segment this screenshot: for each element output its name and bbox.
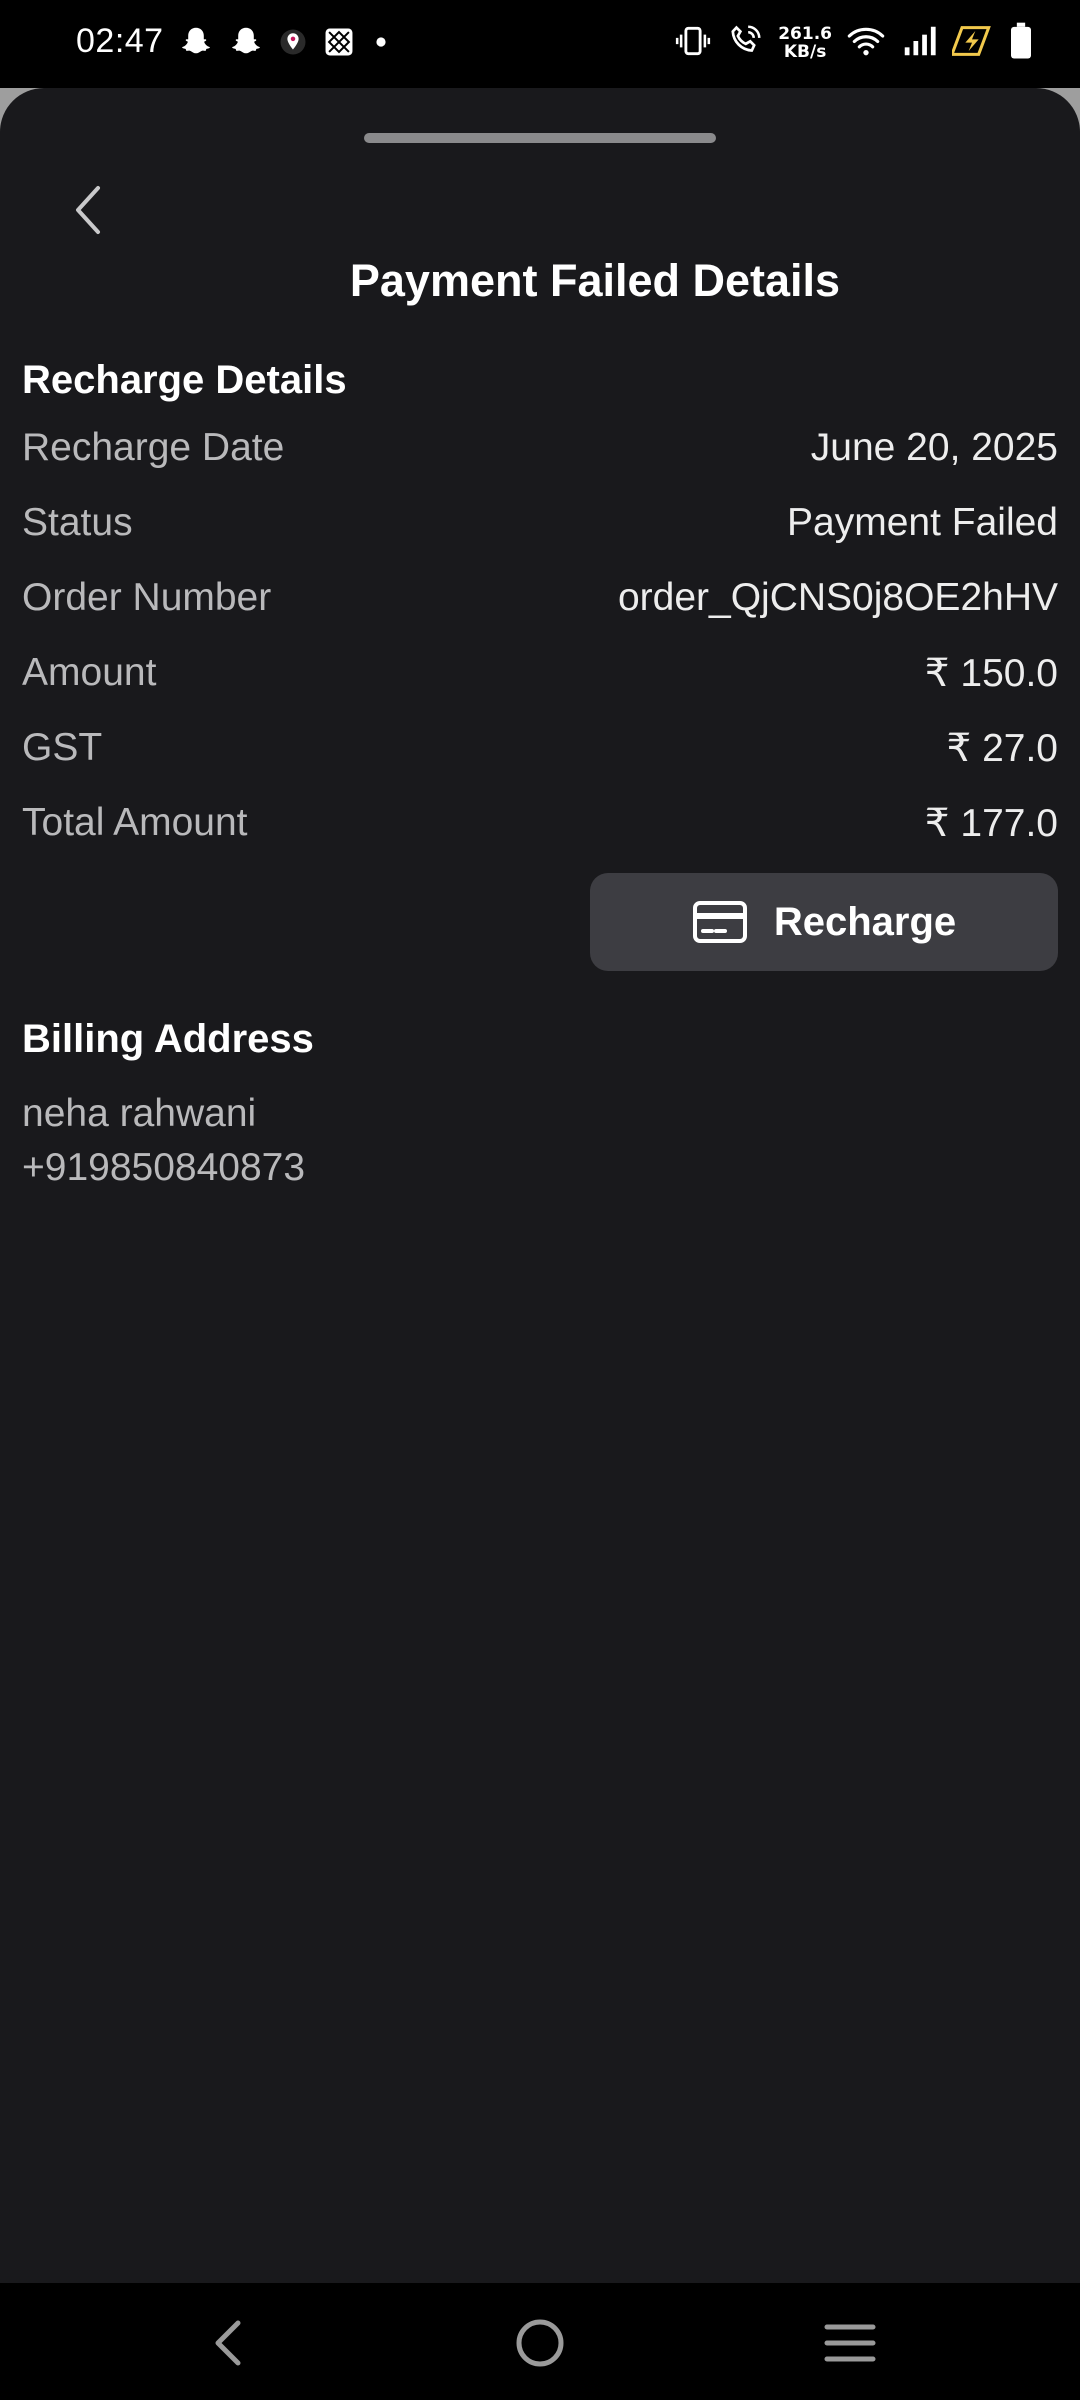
wifi-calling-icon — [726, 22, 764, 65]
detail-value: Payment Failed — [787, 501, 1058, 544]
notification-dot-icon — [370, 31, 392, 58]
detail-value: ₹ 150.0 — [924, 651, 1058, 695]
page-title: Payment Failed Details — [349, 255, 841, 306]
detail-label: Amount — [22, 651, 157, 694]
notification-icons — [178, 24, 392, 64]
network-speed-unit: KB/s — [783, 42, 827, 62]
network-speed-value: 261.6 — [778, 24, 832, 44]
billing-phone: +919850840873 — [22, 1146, 306, 1189]
status-time: 02:47 — [76, 22, 164, 60]
vibrate-icon — [674, 22, 712, 65]
sheet-drag-handle[interactable] — [364, 133, 716, 143]
snapchat-icon — [228, 24, 264, 65]
battery-saver-icon — [949, 21, 992, 66]
chevron-left-icon — [76, 186, 100, 234]
credit-card-icon — [692, 901, 747, 943]
recharge-button-label: Recharge — [773, 899, 957, 944]
location-app-icon — [278, 27, 308, 62]
nav-recents-button[interactable] — [810, 2303, 890, 2383]
detail-row-order-number: Order Number order_QjCNS0j8OE2hHV — [22, 568, 1058, 628]
detail-row-recharge-date: Recharge Date June 20, 2025 — [22, 418, 1058, 478]
wifi-icon — [846, 21, 886, 66]
recharge-details-heading: Recharge Details — [22, 358, 347, 402]
detail-row-status: Status Payment Failed — [22, 493, 1058, 553]
nav-home-button[interactable] — [500, 2303, 580, 2383]
screen: 02:47 261.6 KB/s Payment Failed Details … — [0, 0, 1080, 2400]
detail-label: Recharge Date — [22, 426, 285, 469]
nav-home-icon — [516, 2319, 564, 2367]
navigation-bar — [0, 2283, 1080, 2400]
gallery-app-icon — [322, 25, 356, 64]
nav-back-button[interactable] — [188, 2303, 268, 2383]
detail-value: order_QjCNS0j8OE2hHV — [617, 576, 1058, 619]
detail-row-gst: GST ₹ 27.0 — [22, 718, 1058, 778]
system-icons: 261.6 KB/s — [674, 20, 1036, 66]
nav-recents-icon — [824, 2324, 876, 2362]
status-bar: 02:47 261.6 KB/s — [0, 0, 1080, 86]
detail-label: Order Number — [22, 576, 272, 619]
detail-value: June 20, 2025 — [810, 426, 1058, 469]
detail-row-amount: Amount ₹ 150.0 — [22, 643, 1058, 703]
snapchat-icon — [178, 24, 214, 65]
detail-label: Total Amount — [22, 801, 248, 844]
network-speed: 261.6 KB/s — [778, 25, 832, 61]
detail-value: ₹ 27.0 — [946, 726, 1058, 770]
signal-icon — [900, 22, 938, 65]
recharge-button[interactable]: Recharge — [590, 873, 1058, 971]
billing-name: neha rahwani — [22, 1092, 257, 1135]
detail-row-total-amount: Total Amount ₹ 177.0 — [22, 793, 1058, 853]
battery-icon — [1006, 21, 1036, 66]
detail-label: Status — [22, 501, 133, 544]
detail-value: ₹ 177.0 — [924, 801, 1058, 845]
detail-label: GST — [22, 726, 103, 769]
billing-address-heading: Billing Address — [22, 1017, 314, 1061]
nav-back-icon — [215, 2320, 241, 2366]
back-button[interactable] — [58, 170, 118, 250]
